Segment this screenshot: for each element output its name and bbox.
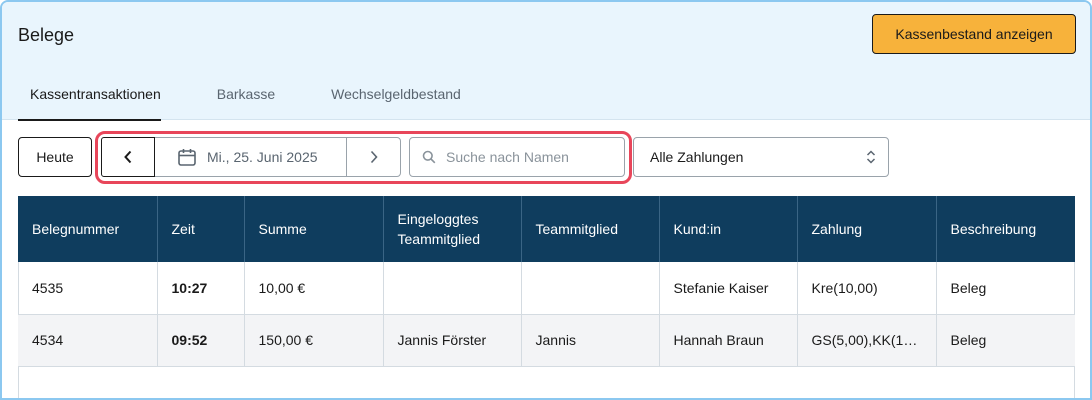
customer-cell: Hannah Braun [659,314,798,367]
payment-cell: GS(5,00),KK(14... [797,314,937,367]
team-member-cell: Jannis [521,314,660,367]
column-header[interactable]: Beschreibung [936,196,1075,262]
app-frame: Belege Kassenbestand anzeigen Kassentran… [0,0,1092,400]
tab-change-fund[interactable]: Wechselgeldbestand [331,72,461,120]
description-cell: Beleg [936,314,1075,367]
date-display[interactable]: Mi., 25. Juni 2025 [155,138,347,176]
payment-cell: Kre(10,00) [797,262,937,315]
sort-arrows-icon [866,150,876,164]
receipt-number-cell: 4535 [18,262,158,315]
column-header[interactable]: Zahlung [797,196,937,262]
previous-day-button[interactable] [101,137,155,177]
chevron-right-icon [370,150,378,164]
table-row[interactable]: 4534 09:52 150,00 € Jannis Förster Janni… [18,314,1075,367]
tab-cash-transactions[interactable]: Kassentransaktionen [18,72,161,121]
payment-filter-select[interactable]: Alle Zahlungen [633,137,889,177]
logged-in-member-cell [383,262,522,315]
show-cash-balance-button[interactable]: Kassenbestand anzeigen [872,14,1076,54]
date-label: Mi., 25. Juni 2025 [207,149,318,165]
payment-filter-value: Alle Zahlungen [650,149,744,165]
today-button[interactable]: Heute [18,137,92,177]
transactions-table: Belegnummer Zeit Summe Eingeloggtes Team… [18,196,1075,398]
column-header[interactable]: Teammitglied [521,196,660,262]
next-day-button[interactable] [347,138,400,176]
time-cell: 09:52 [157,314,245,367]
filter-toolbar: Heute Mi., 25. Juni 2025 Suche nach Name… [2,120,1090,196]
tab-petty-cash[interactable]: Barkasse [217,72,275,120]
tab-bar: Kassentransaktionen Barkasse Wechselgeld… [18,72,517,121]
team-member-cell [521,262,660,315]
table-row[interactable]: 4535 10:27 10,00 € Stefanie Kaiser Kre(1… [18,262,1075,315]
column-header[interactable]: Eingeloggtes Teammitglied [383,196,522,262]
column-header[interactable]: Summe [244,196,384,262]
page-title: Belege [18,25,75,45]
page-header: Belege Kassenbestand anzeigen Kassentran… [2,2,1090,121]
column-header[interactable]: Kund:in [659,196,798,262]
search-icon [422,150,436,164]
column-header[interactable]: Belegnummer [18,196,158,262]
date-picker: Mi., 25. Juni 2025 [101,137,401,177]
time-cell: 10:27 [157,262,245,315]
description-cell: Beleg [936,262,1075,315]
amount-cell: 10,00 € [244,262,384,315]
calendar-icon [177,147,197,167]
customer-cell: Stefanie Kaiser [659,262,798,315]
logged-in-member-cell: Jannis Förster [383,314,522,367]
name-search [409,137,625,177]
search-input[interactable] [446,149,616,165]
receipt-number-cell: 4534 [18,314,158,367]
column-header[interactable]: Zeit [157,196,245,262]
table-header-row: Belegnummer Zeit Summe Eingeloggtes Team… [18,196,1075,262]
chevron-left-icon [124,150,132,164]
amount-cell: 150,00 € [244,314,384,367]
